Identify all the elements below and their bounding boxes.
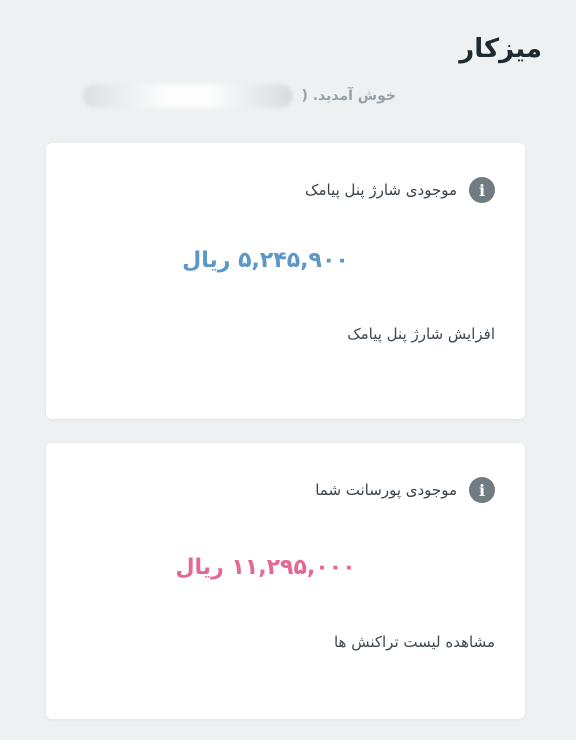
card-title: موجودی پورسانت شما [315, 481, 457, 499]
redacted-username [83, 84, 294, 108]
view-transactions-link[interactable]: مشاهده لیست تراکنش ها [334, 633, 495, 651]
commission-balance-card: i موجودی پورسانت شما ۱۱,۲۹۵,۰۰۰ ریال مشا… [46, 443, 525, 719]
commission-balance-amount: ۱۱,۲۹۵,۰۰۰ ریال [175, 555, 356, 580]
card-header: i موجودی شارژ پنل پیامک [305, 177, 495, 203]
card-header: i موجودی پورسانت شما [315, 477, 495, 503]
sms-balance-card: i موجودی شارژ پنل پیامک ۵,۲۴۵,۹۰۰ ریال ا… [46, 143, 525, 419]
info-icon[interactable]: i [469, 477, 495, 503]
welcome-row: خوش آمدید. ( [83, 84, 396, 108]
increase-sms-charge-link[interactable]: افزایش شارژ پنل پیامک [347, 325, 495, 343]
page-title: میزکار [459, 34, 542, 64]
card-title: موجودی شارژ پنل پیامک [305, 181, 457, 199]
info-icon[interactable]: i [469, 177, 495, 203]
welcome-text: خوش آمدید. ( [301, 88, 396, 104]
sms-balance-amount: ۵,۲۴۵,۹۰۰ ریال [182, 248, 349, 273]
